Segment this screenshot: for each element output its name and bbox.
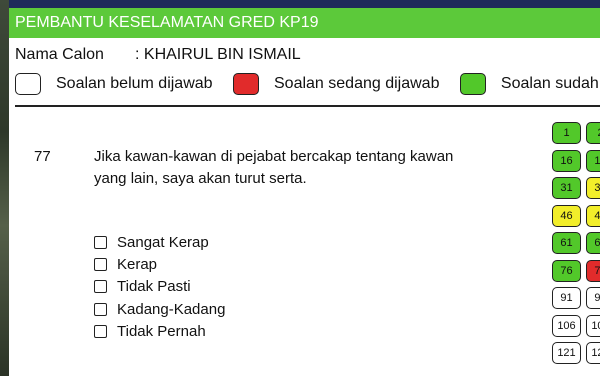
option-kerap[interactable]: Kerap: [94, 253, 225, 275]
background-edge: [0, 0, 9, 376]
question-nav-button[interactable]: 46: [552, 204, 581, 227]
question-text: Jika kawan-kawan di pejabat bercakap ten…: [94, 148, 454, 187]
option-tidak-pasti[interactable]: Tidak Pasti: [94, 276, 225, 298]
question-nav-button[interactable]: 47: [586, 204, 600, 227]
question-number: 77: [34, 148, 51, 165]
checkbox[interactable]: [94, 280, 107, 294]
legend-unanswered: Soalan belum dijawab: [15, 73, 213, 95]
question-nav-button[interactable]: 91: [552, 287, 581, 309]
checkbox[interactable]: [94, 257, 107, 271]
answer-options: Sangat Kerap Kerap Tidak Pasti Kadang-Ka…: [94, 231, 225, 342]
checkbox[interactable]: [94, 302, 107, 316]
question-nav-button[interactable]: 121: [552, 342, 581, 364]
exam-title: PEMBANTU KESELAMATAN GRED KP19: [15, 14, 319, 31]
question-nav-button[interactable]: 16: [552, 149, 581, 172]
legend-answered-label: Soalan sudah dija: [500, 75, 600, 92]
legend-answering-label: Soalan sedang dijawab: [274, 75, 440, 92]
question-nav-button[interactable]: 92: [586, 287, 600, 309]
question-nav-button[interactable]: 1: [552, 122, 581, 144]
option-label: Tidak Pernah: [117, 322, 206, 340]
status-legend: Soalan belum dijawab Soalan sedang dijaw…: [15, 73, 600, 99]
exam-header: PEMBANTU KESELAMATAN GRED KP19: [9, 8, 600, 38]
question-nav-button[interactable]: 107: [586, 314, 600, 337]
option-tidak-pernah[interactable]: Tidak Pernah: [94, 320, 225, 342]
unanswered-swatch: [15, 73, 41, 95]
question-nav-button[interactable]: 62: [586, 232, 600, 254]
question-nav-button[interactable]: 31: [552, 177, 581, 199]
question-nav-button[interactable]: 17: [586, 149, 600, 172]
option-sangat-kerap[interactable]: Sangat Kerap: [94, 231, 225, 253]
question-nav-button[interactable]: 2: [586, 122, 600, 144]
question-nav-button[interactable]: 61: [552, 232, 581, 254]
question-nav-button[interactable]: 77: [586, 259, 600, 282]
option-kadang-kadang[interactable]: Kadang-Kadang: [94, 298, 225, 320]
divider: [15, 105, 600, 107]
top-strip: [9, 0, 600, 8]
legend-answering: Soalan sedang dijawab: [233, 73, 439, 95]
option-label: Tidak Pasti: [117, 278, 191, 296]
question-nav-button[interactable]: 32: [586, 177, 600, 199]
question-nav-button[interactable]: 76: [552, 259, 581, 282]
option-label: Kerap: [117, 255, 158, 273]
legend-answered: Soalan sudah dija: [459, 73, 600, 95]
candidate-label: Nama Calon: [15, 46, 104, 63]
option-label: Kadang-Kadang: [117, 300, 226, 318]
candidate-name: : KHAIRUL BIN ISMAIL: [135, 46, 301, 63]
candidate-info: Nama Calon : KHAIRUL BIN ISMAIL: [15, 46, 301, 64]
question-nav-button[interactable]: 106: [552, 314, 581, 337]
answering-swatch: [233, 73, 259, 95]
legend-unanswered-label: Soalan belum dijawab: [56, 75, 213, 92]
option-label: Sangat Kerap: [117, 233, 209, 251]
checkbox[interactable]: [94, 235, 107, 249]
checkbox[interactable]: [94, 324, 107, 338]
question-nav-button[interactable]: 122: [586, 342, 600, 364]
answered-swatch: [459, 73, 486, 95]
